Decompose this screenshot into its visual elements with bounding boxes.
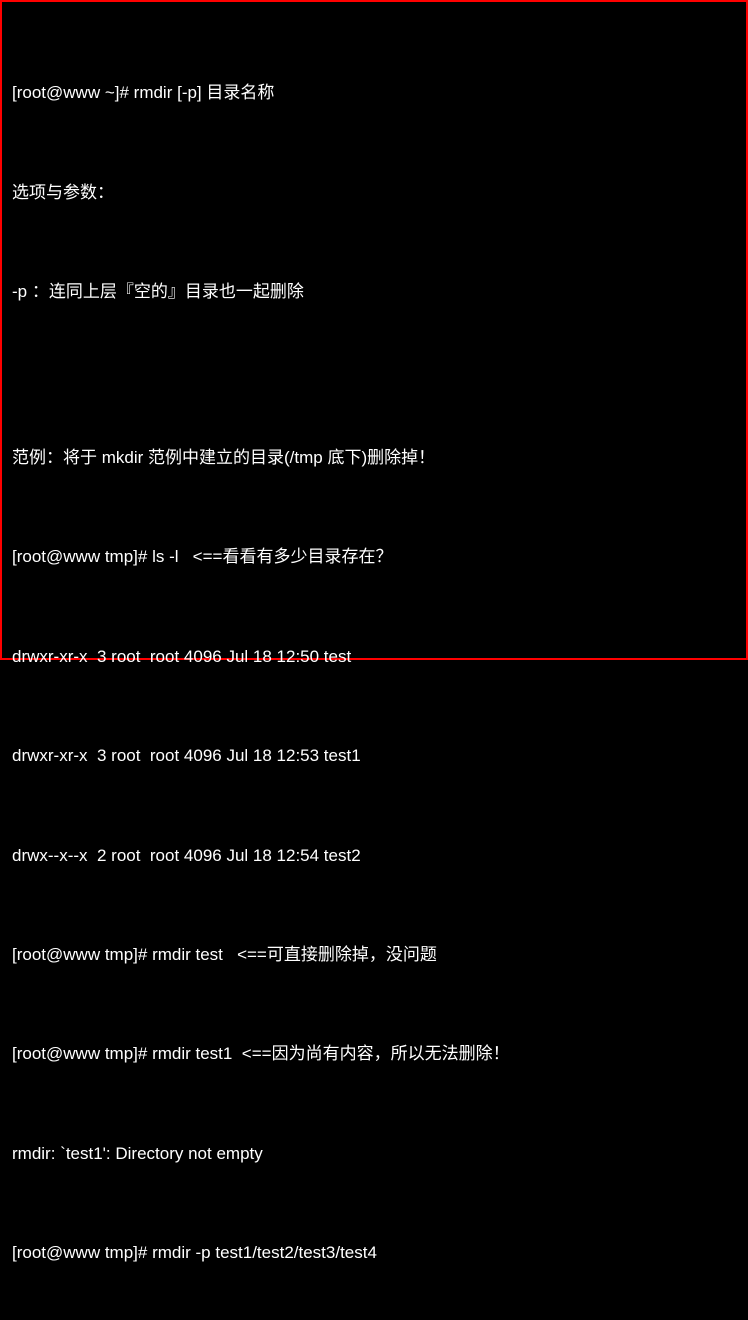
terminal-line: [root@www tmp]# rmdir test <==可直接删除掉，没问题 xyxy=(12,938,736,971)
terminal-line: drwxr-xr-x 3 root root 4096 Jul 18 12:50… xyxy=(12,640,736,673)
terminal-line: 范例：将于 mkdir 范例中建立的目录(/tmp 底下)删除掉！ xyxy=(12,441,736,474)
terminal-line: -p ：连同上层『空的』目录也一起删除 xyxy=(12,275,736,308)
terminal-line: [root@www tmp]# rmdir test1 <==因为尚有内容，所以… xyxy=(12,1037,736,1070)
terminal-line: rmdir: `test1': Directory not empty xyxy=(12,1137,736,1170)
terminal-line: [root@www ~]# rmdir [-p] 目录名称 xyxy=(12,76,736,109)
terminal-line: [root@www tmp]# ls -l <==看看有多少目录存在？ xyxy=(12,540,736,573)
terminal-line: drwx--x--x 2 root root 4096 Jul 18 12:54… xyxy=(12,839,736,872)
terminal-output: [root@www ~]# rmdir [-p] 目录名称 选项与参数： -p … xyxy=(12,10,736,1320)
terminal-line: drwxr-xr-x 3 root root 4096 Jul 18 12:53… xyxy=(12,739,736,772)
terminal-line: [root@www tmp]# rmdir -p test1/test2/tes… xyxy=(12,1236,736,1269)
terminal-line: 选项与参数： xyxy=(12,176,736,209)
